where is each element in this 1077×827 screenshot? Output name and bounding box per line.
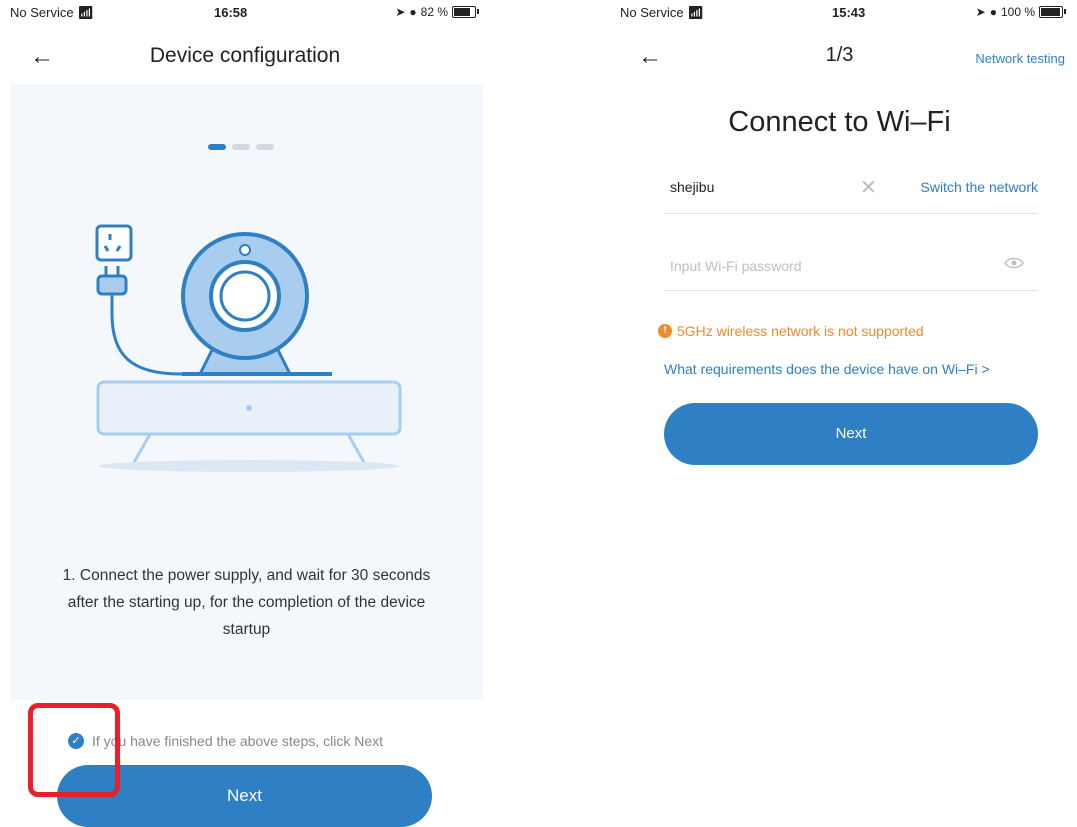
page-title: Connect to Wi–Fi [728, 106, 951, 138]
clear-icon[interactable]: ✕ [860, 175, 877, 200]
nav-bar: ← Device configuration [0, 38, 490, 78]
battery-percent: 100 % [1000, 5, 1035, 19]
wifi-icon: 📶︎ [77, 5, 94, 20]
location-icon: ➤ [975, 5, 986, 19]
next-button[interactable]: Next [664, 403, 1038, 465]
clock: 16:58 [214, 5, 248, 20]
device-configuration-screen: No Service 📶︎ 16:58 ➤ ● 82 % ← Device co… [0, 0, 490, 827]
switch-network-link[interactable]: Switch the network [921, 179, 1039, 195]
step-instructions: 1. Connect the power supply, and wait fo… [62, 567, 431, 638]
status-icons: ➤ ● 100 % [975, 5, 1066, 19]
highlight-box [28, 703, 120, 797]
location-icon: ➤ [395, 5, 406, 19]
warning-text: 5GHz wireless network is not supported [677, 323, 924, 339]
status-icons: ➤ ● 82 % [395, 5, 479, 19]
page-title: Device configuration [149, 44, 341, 67]
clock: 15:43 [832, 5, 866, 20]
eye-icon[interactable] [1004, 257, 1024, 269]
network-testing-link[interactable]: Network testing [975, 51, 1065, 66]
wifi-requirements-link[interactable]: What requirements does the device have o… [664, 361, 990, 377]
pager-dot-active [208, 144, 226, 150]
warning-icon: ! [658, 324, 672, 338]
nav-bar: ← 1/3 Network testing [602, 38, 1077, 78]
password-input[interactable] [668, 252, 972, 280]
instruction-card: 1. Connect the power supply, and wait fo… [10, 84, 483, 700]
status-bar: No Service 📶︎ 16:58 ➤ ● 82 % [0, 0, 490, 26]
alarm-icon: ● [409, 5, 417, 19]
wifi-icon: 📶︎ [687, 5, 704, 20]
ssid-field: shejibu ✕ Switch the network [664, 163, 1038, 214]
pager-dot [232, 144, 250, 150]
carrier-label: No Service 📶︎ [10, 5, 94, 20]
battery-percent: 82 % [420, 5, 448, 19]
battery-icon [1039, 6, 1066, 18]
carrier-label: No Service 📶︎ [620, 5, 704, 20]
battery-icon [452, 6, 479, 18]
step-pager [208, 144, 274, 150]
ssid-value: shejibu [670, 179, 715, 195]
confirm-label: If you have finished the above steps, cl… [92, 733, 384, 749]
password-field [664, 240, 1038, 291]
connect-wifi-screen: No Service 📶︎ 15:43 ➤ ● 100 % ← 1/3 Netw… [602, 0, 1077, 823]
status-bar: No Service 📶︎ 15:43 ➤ ● 100 % [602, 0, 1077, 26]
warning-message: ! 5GHz wireless network is not supported [658, 323, 924, 339]
camera-power-illustration [95, 224, 402, 472]
pager-dot [256, 144, 274, 150]
alarm-icon: ● [989, 5, 997, 19]
